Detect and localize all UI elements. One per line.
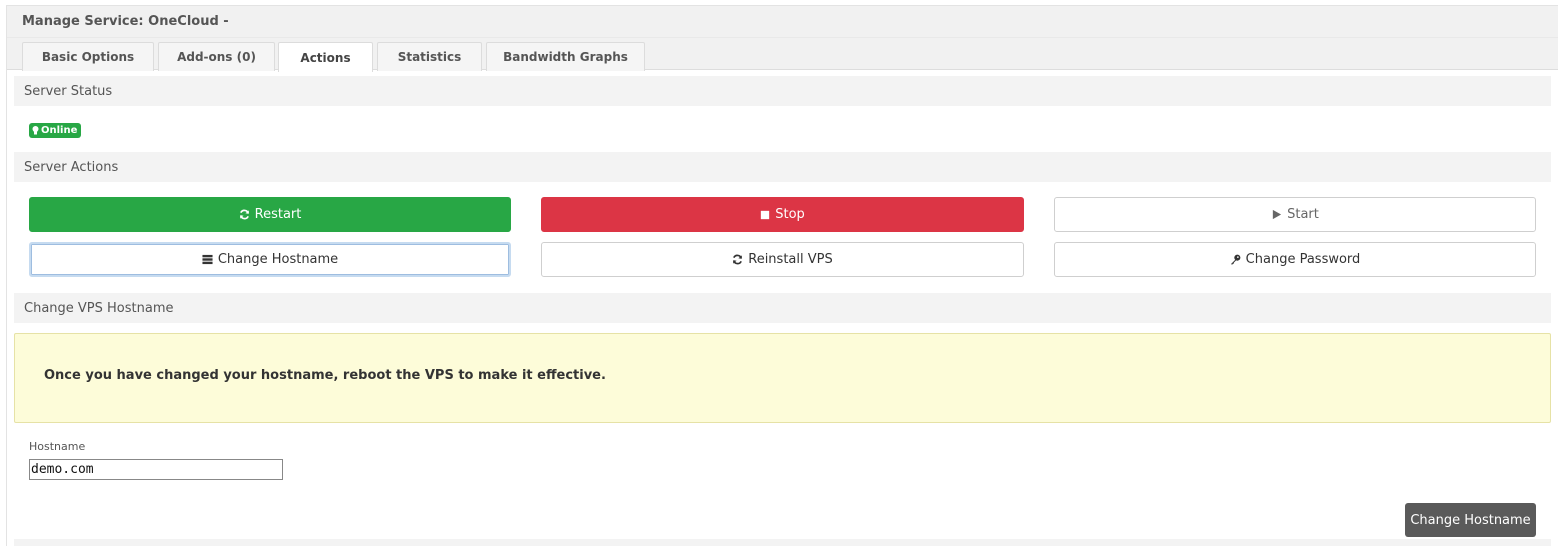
panel-header: Manage Service: OneCloud - — [7, 6, 1558, 38]
lightbulb-icon — [32, 126, 39, 135]
start-button[interactable]: Start — [1054, 197, 1536, 232]
restart-button[interactable]: Restart — [29, 197, 511, 232]
restart-label: Restart — [254, 207, 302, 222]
tabs-bar: Basic Options Add-ons (0) Actions Statis… — [7, 38, 1558, 72]
manage-service-panel: Manage Service: OneCloud - Basic Options… — [6, 5, 1558, 546]
change-hostname-action-label: Change Hostname — [217, 252, 339, 267]
server-actions-heading: Server Actions — [14, 152, 1551, 182]
status-badge: Online — [29, 123, 82, 138]
key-icon — [1230, 254, 1241, 265]
change-vps-hostname-heading: Change VPS Hostname — [14, 293, 1551, 323]
tab-actions[interactable]: Actions — [278, 42, 373, 72]
change-hostname-action-button[interactable]: Change Hostname — [29, 242, 511, 277]
reinstall-vps-label: Reinstall VPS — [748, 252, 833, 267]
change-password-label: Change Password — [1245, 252, 1361, 267]
reinstall-vps-button[interactable]: Reinstall VPS — [541, 242, 1024, 277]
tab-bandwidth-graphs[interactable]: Bandwidth Graphs — [486, 42, 645, 71]
server-status-heading: Server Status — [14, 76, 1551, 106]
change-password-button[interactable]: Change Password — [1054, 242, 1536, 277]
stop-label: Stop — [775, 207, 805, 222]
refresh-icon — [733, 254, 743, 265]
hostname-input[interactable] — [29, 459, 283, 480]
section-divider — [14, 539, 1551, 546]
stop-button[interactable]: Stop — [541, 197, 1024, 232]
hostname-notice: Once you have changed your hostname, reb… — [14, 333, 1551, 423]
refresh-icon — [239, 209, 249, 220]
tab-basic-options[interactable]: Basic Options — [22, 42, 154, 71]
hostname-label: Hostname — [29, 440, 86, 453]
stop-icon — [761, 210, 770, 219]
tab-add-ons[interactable]: Add-ons (0) — [158, 42, 275, 71]
status-badge-label: Online — [41, 125, 78, 136]
change-hostname-submit-button[interactable]: Change Hostname — [1405, 503, 1536, 537]
server-icon — [202, 254, 213, 265]
tab-statistics[interactable]: Statistics — [377, 42, 482, 71]
hostname-notice-text: Once you have changed your hostname, reb… — [44, 368, 606, 383]
start-label: Start — [1287, 207, 1319, 222]
play-icon — [1272, 209, 1282, 220]
panel-title: Manage Service: OneCloud - — [22, 14, 229, 29]
